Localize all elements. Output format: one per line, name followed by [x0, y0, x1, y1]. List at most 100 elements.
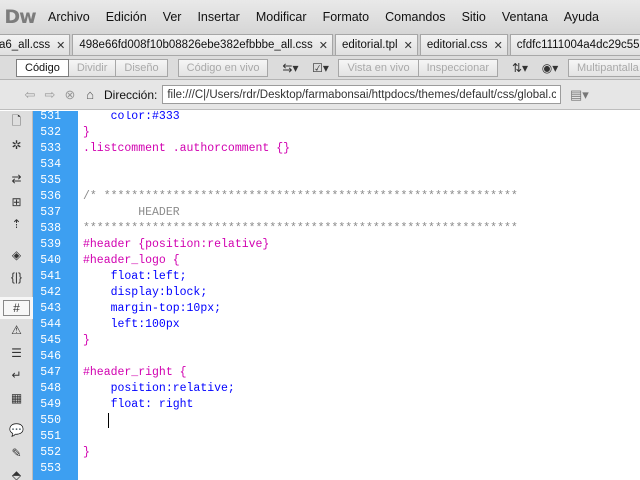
show-code-navigator-icon[interactable]: ✲	[0, 134, 33, 157]
design-view-button[interactable]: Diseño	[116, 58, 168, 77]
line-number: 548	[40, 382, 61, 395]
code-line[interactable]: position:relative;	[83, 381, 235, 397]
line-number: 534	[40, 158, 61, 171]
stop-icon[interactable]: ⊗	[60, 85, 80, 105]
multiscreen-button[interactable]: Multipantalla	[568, 58, 640, 77]
doc-tab[interactable]: a6_all.css ✕	[0, 34, 71, 55]
collapse-selection-icon[interactable]: ⊞	[0, 191, 33, 214]
code-text: margin-top:10px;	[83, 302, 222, 315]
wrap-tag-icon[interactable]: ⬘	[0, 464, 33, 480]
view-mode-group: Código Dividir Diseño	[16, 58, 168, 77]
multiscreen-group: Multipantalla	[568, 58, 640, 77]
doc-tab[interactable]: 498e66fd008f10b08826ebe382efbbbe_all.css…	[72, 34, 333, 55]
code-line[interactable]: }	[83, 125, 90, 141]
menu-insertar[interactable]: Insertar	[189, 0, 247, 34]
line-number: 549	[40, 398, 61, 411]
code-line[interactable]: #header_right {	[83, 365, 187, 381]
code-line[interactable]: .listcomment .authorcomment {}	[83, 141, 290, 157]
home-icon[interactable]: ⌂	[80, 85, 100, 105]
close-icon[interactable]: ✕	[319, 39, 328, 52]
line-number: 538	[40, 222, 61, 235]
view-options-icon[interactable]: ▤▾	[565, 85, 593, 105]
code-text: }	[83, 334, 90, 347]
code-line[interactable]: float: right	[83, 397, 194, 413]
apply-comment-icon[interactable]: 💬	[0, 419, 33, 442]
doc-tab[interactable]: editorial.css ✕	[419, 34, 508, 55]
code-text: color:#333	[83, 111, 180, 123]
menu-sitio[interactable]: Sitio	[454, 0, 494, 34]
info-bar-icon[interactable]: ▦	[0, 387, 33, 410]
menu-ventana[interactable]: Ventana	[494, 0, 556, 34]
select-parent-tag-icon[interactable]: ◈	[0, 244, 33, 267]
line-number-gutter: 531 532 533 534 535 536 537 538 539 540 541 542 543 5…	[33, 110, 78, 480]
menu-formato[interactable]: Formato	[315, 0, 378, 34]
code-line[interactable]: HEADER	[83, 205, 179, 221]
validate-icon[interactable]: ☑▾	[308, 59, 332, 77]
highlight-invalid-code-icon[interactable]: ⚠	[0, 319, 33, 342]
menu-archivo[interactable]: Archivo	[40, 0, 98, 34]
doc-tab-label: editorial.tpl	[342, 39, 398, 51]
open-documents-icon[interactable]: 🗋	[0, 111, 33, 134]
live-view-button[interactable]: Vista en vivo	[338, 58, 419, 77]
text-cursor	[108, 413, 109, 428]
live-view-group: Vista en vivo Inspeccionar	[338, 58, 498, 77]
code-line[interactable]: color:#333	[83, 111, 180, 125]
collapse-tag-icon[interactable]: ⇄	[0, 168, 33, 191]
document-tab-bar: a6_all.css ✕ 498e66fd008f10b08826ebe382e…	[0, 34, 640, 56]
line-number: 552	[40, 446, 61, 459]
code-view-button[interactable]: Código	[16, 58, 69, 77]
line-number: 537	[40, 206, 61, 219]
close-icon[interactable]: ✕	[494, 39, 503, 52]
code-text: left:100px	[83, 318, 180, 331]
forward-icon[interactable]: ⇨	[40, 85, 60, 105]
doc-tab[interactable]: cfdfc1111004a4dc29c553	[509, 34, 640, 55]
balance-braces-icon[interactable]: {|}	[0, 266, 33, 289]
code-line[interactable]: }	[83, 333, 90, 349]
doc-tab[interactable]: editorial.tpl ✕	[335, 34, 418, 55]
menu-comandos[interactable]: Comandos	[377, 0, 453, 34]
code-editor[interactable]: color:#333} .listcomment .authorcomment {…	[78, 111, 640, 480]
address-input[interactable]	[162, 85, 562, 104]
inspect-button[interactable]: Inspeccionar	[418, 58, 498, 77]
refresh-design-icon[interactable]: ⇅▾	[508, 59, 532, 77]
word-wrap-icon[interactable]: ↵	[0, 364, 33, 387]
code-line[interactable]: margin-top:10px;	[83, 301, 221, 317]
line-number: 532	[40, 126, 61, 139]
code-line[interactable]: /* *************************************…	[83, 189, 518, 205]
line-number: 550	[40, 414, 61, 427]
menu-ayuda[interactable]: Ayuda	[556, 0, 607, 34]
back-icon[interactable]: ⇦	[20, 85, 40, 105]
code-text: ****************************************…	[83, 222, 518, 235]
code-line[interactable]: #header {position:relative}	[83, 237, 269, 253]
live-code-button[interactable]: Código en vivo	[177, 58, 269, 77]
menu-modificar[interactable]: Modificar	[248, 0, 315, 34]
expand-all-icon[interactable]: ⇡	[0, 213, 33, 236]
menu-ver[interactable]: Ver	[155, 0, 190, 34]
remove-comment-icon[interactable]: ✎	[0, 442, 33, 465]
menu-edicion[interactable]: Edición	[98, 0, 155, 34]
code-line[interactable]: display:block;	[83, 285, 208, 301]
code-line[interactable]: float:left;	[83, 269, 187, 285]
line-number: 547	[40, 366, 61, 379]
line-numbers-icon[interactable]: #	[0, 296, 33, 319]
file-management-icon[interactable]: ⇆▾	[278, 59, 302, 77]
close-icon[interactable]: ✕	[56, 39, 65, 52]
doc-tab-label: cfdfc1111004a4dc29c553	[516, 39, 640, 51]
code-line[interactable]: #header_logo {	[83, 253, 180, 269]
line-number: 542	[40, 286, 61, 299]
syntax-coloring-icon[interactable]: ☰	[0, 342, 33, 365]
line-number: 544	[40, 318, 61, 331]
code-text: float:left;	[83, 270, 187, 283]
coding-toolbar: 🗋 ✲ ⇄ ⊞ ⇡ ◈ {|} # ⚠ ☰ ↵ ▦ 💬 ✎ ⬘	[0, 111, 33, 480]
code-text: }	[83, 126, 90, 139]
browser-preview-icon[interactable]: ◉▾	[538, 59, 562, 77]
line-number: 546	[40, 350, 61, 363]
split-view-button[interactable]: Dividir	[68, 58, 117, 77]
close-icon[interactable]: ✕	[404, 39, 413, 52]
code-text: #header {position:relative}	[83, 238, 270, 251]
code-line[interactable]: ****************************************…	[83, 221, 518, 237]
code-text: /* *************************************…	[83, 190, 518, 203]
code-line[interactable]: }	[83, 445, 90, 461]
code-line[interactable]: left:100px	[83, 317, 180, 333]
